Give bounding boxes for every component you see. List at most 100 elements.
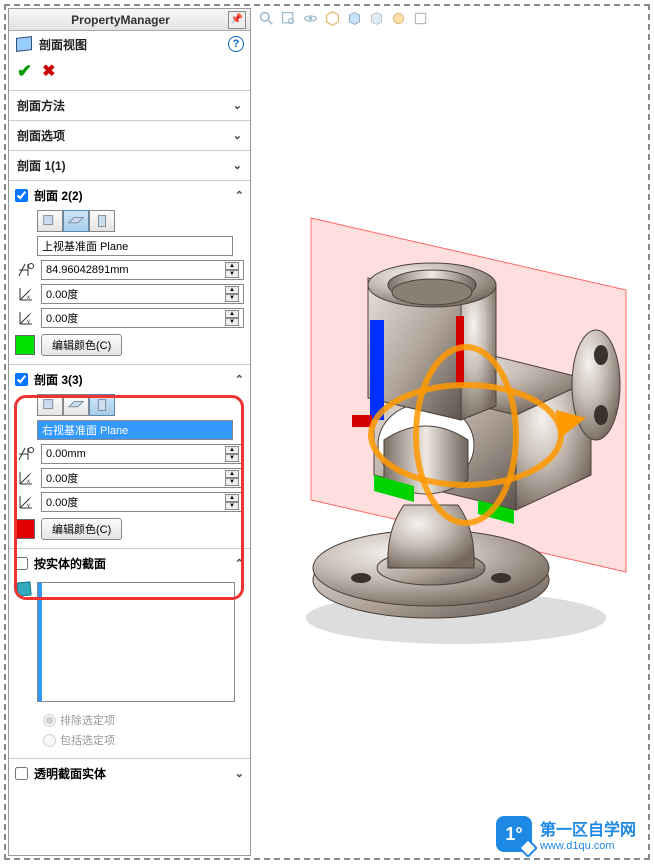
transparent-checkbox[interactable] bbox=[15, 767, 28, 780]
chevron-up-icon[interactable]: ⌃ bbox=[235, 557, 244, 570]
offset-row-2: 84.96042891mm▲▼ bbox=[15, 260, 244, 280]
solid-section-body: 按实体的截面 ⌃ 排除选定项 包括选定项 bbox=[9, 549, 250, 759]
3d-model bbox=[256, 180, 646, 650]
zoom-fit-icon[interactable] bbox=[256, 8, 276, 28]
acc-label: 剖面选项 bbox=[17, 127, 65, 144]
pm-title: PropertyManager bbox=[13, 13, 228, 27]
right-plane-btn[interactable] bbox=[89, 210, 115, 232]
spin-down[interactable]: ▼ bbox=[225, 454, 239, 462]
radio-group: 排除选定项 包括选定项 bbox=[15, 706, 244, 750]
acc-section-1[interactable]: 剖面 1(1) ⌄ bbox=[9, 151, 250, 181]
radio-include-label: 包括选定项 bbox=[60, 732, 115, 748]
svg-text:x: x bbox=[27, 479, 30, 485]
view-toolbar bbox=[256, 8, 430, 28]
pin-icon[interactable]: 📌 bbox=[228, 11, 246, 29]
section-3-checkbox[interactable] bbox=[15, 373, 28, 386]
chevron-down-icon[interactable]: ⌄ bbox=[235, 767, 244, 780]
svg-text:y: y bbox=[27, 319, 30, 325]
plane-selector-3 bbox=[37, 394, 244, 416]
solid-section-label: 按实体的截面 bbox=[34, 555, 106, 572]
plane-selector-2 bbox=[37, 210, 244, 232]
offset-icon bbox=[15, 261, 37, 279]
radio-exclude-label: 排除选定项 bbox=[60, 712, 115, 728]
acc-section-method[interactable]: 剖面方法 ⌄ bbox=[9, 91, 250, 121]
plane-name-2[interactable]: 上视基准面 Plane bbox=[37, 236, 233, 256]
svg-text:y: y bbox=[27, 503, 30, 509]
acc-label: 剖面 1(1) bbox=[17, 157, 66, 174]
orbit-icon[interactable] bbox=[300, 8, 320, 28]
section-3-body: 剖面 3(3) ⌃ 右视基准面 Plane 0.00mm▲▼ x 0.00度▲▼… bbox=[9, 365, 250, 549]
spin-down[interactable]: ▼ bbox=[225, 318, 239, 326]
angle2-input-2[interactable]: 0.00度▲▼ bbox=[41, 308, 244, 328]
front-plane-btn[interactable] bbox=[37, 210, 63, 232]
body-icon bbox=[17, 582, 33, 598]
chevron-down-icon: ⌄ bbox=[233, 159, 242, 172]
chevron-up-icon[interactable]: ⌃ bbox=[235, 189, 244, 202]
angle-x-icon: x bbox=[15, 469, 37, 487]
offset-icon bbox=[15, 445, 37, 463]
offset-input-3[interactable]: 0.00mm▲▼ bbox=[41, 444, 244, 464]
angle-x-icon: x bbox=[15, 285, 37, 303]
3d-viewport[interactable] bbox=[256, 30, 646, 856]
angle1-input-2[interactable]: 0.00度▲▼ bbox=[41, 284, 244, 304]
hide-show-icon[interactable] bbox=[366, 8, 386, 28]
feature-title: 剖面视图 bbox=[39, 36, 87, 53]
color-swatch-3[interactable] bbox=[15, 519, 35, 539]
acc-section-options[interactable]: 剖面选项 ⌄ bbox=[9, 121, 250, 151]
zoom-area-icon[interactable] bbox=[278, 8, 298, 28]
chevron-down-icon: ⌄ bbox=[233, 129, 242, 142]
spin-down[interactable]: ▼ bbox=[225, 270, 239, 278]
view-settings-icon[interactable] bbox=[410, 8, 430, 28]
offset-input-2[interactable]: 84.96042891mm▲▼ bbox=[41, 260, 244, 280]
acc-label: 剖面方法 bbox=[17, 97, 65, 114]
watermark-name: 第一区自学网 bbox=[540, 816, 636, 840]
angle2-input-3[interactable]: 0.00度▲▼ bbox=[41, 492, 244, 512]
spin-up[interactable]: ▲ bbox=[225, 310, 239, 318]
solid-section-checkbox[interactable] bbox=[15, 557, 28, 570]
pm-header: PropertyManager 📌 bbox=[9, 9, 250, 31]
radio-include bbox=[43, 734, 56, 747]
spin-up[interactable]: ▲ bbox=[225, 494, 239, 502]
spin-down[interactable]: ▼ bbox=[225, 294, 239, 302]
spin-up[interactable]: ▲ bbox=[225, 262, 239, 270]
top-plane-btn[interactable] bbox=[63, 210, 89, 232]
list-selection-bar bbox=[38, 583, 42, 701]
right-plane-btn[interactable] bbox=[89, 394, 115, 416]
watermark: 1° 第一区自学网 www.d1qu.com bbox=[496, 816, 636, 852]
color-row-3: 编辑颜色(C) bbox=[15, 518, 244, 540]
section-2-checkbox[interactable] bbox=[15, 189, 28, 202]
solid-section-toggle: 按实体的截面 ⌃ bbox=[15, 553, 244, 578]
edit-color-3-button[interactable]: 编辑颜色(C) bbox=[41, 518, 122, 540]
body-list[interactable] bbox=[37, 582, 235, 702]
angle1-input-3[interactable]: 0.00度▲▼ bbox=[41, 468, 244, 488]
plane-name-3[interactable]: 右视基准面 Plane bbox=[37, 420, 233, 440]
display-style-icon[interactable] bbox=[344, 8, 364, 28]
angle2-row-2: y 0.00度▲▼ bbox=[15, 308, 244, 328]
front-plane-btn[interactable] bbox=[37, 394, 63, 416]
ok-button[interactable]: ✔ bbox=[17, 61, 32, 82]
transparent-label: 透明截面实体 bbox=[34, 765, 106, 782]
view-orient-icon[interactable] bbox=[322, 8, 342, 28]
scene-icon[interactable] bbox=[388, 8, 408, 28]
spin-up[interactable]: ▲ bbox=[225, 470, 239, 478]
feature-header: 剖面视图 ? bbox=[9, 31, 250, 57]
svg-text:x: x bbox=[27, 295, 30, 301]
chevron-up-icon[interactable]: ⌃ bbox=[235, 373, 244, 386]
cancel-button[interactable]: ✖ bbox=[42, 61, 55, 82]
spin-up[interactable]: ▲ bbox=[225, 286, 239, 294]
section-2-body: 剖面 2(2) ⌃ 上视基准面 Plane 84.96042891mm▲▼ x … bbox=[9, 181, 250, 365]
watermark-url: www.d1qu.com bbox=[540, 840, 636, 852]
radio-exclude bbox=[43, 714, 56, 727]
help-icon[interactable]: ? bbox=[228, 36, 244, 52]
color-swatch-2[interactable] bbox=[15, 335, 35, 355]
watermark-badge: 1° bbox=[496, 816, 532, 852]
spin-down[interactable]: ▼ bbox=[225, 478, 239, 486]
top-plane-btn[interactable] bbox=[63, 394, 89, 416]
spin-down[interactable]: ▼ bbox=[225, 502, 239, 510]
spin-up[interactable]: ▲ bbox=[225, 446, 239, 454]
section-3-label: 剖面 3(3) bbox=[34, 371, 83, 388]
section-2-label: 剖面 2(2) bbox=[34, 187, 83, 204]
edit-color-2-button[interactable]: 编辑颜色(C) bbox=[41, 334, 122, 356]
angle-y-icon: y bbox=[15, 493, 37, 511]
angle1-row-3: x 0.00度▲▼ bbox=[15, 468, 244, 488]
